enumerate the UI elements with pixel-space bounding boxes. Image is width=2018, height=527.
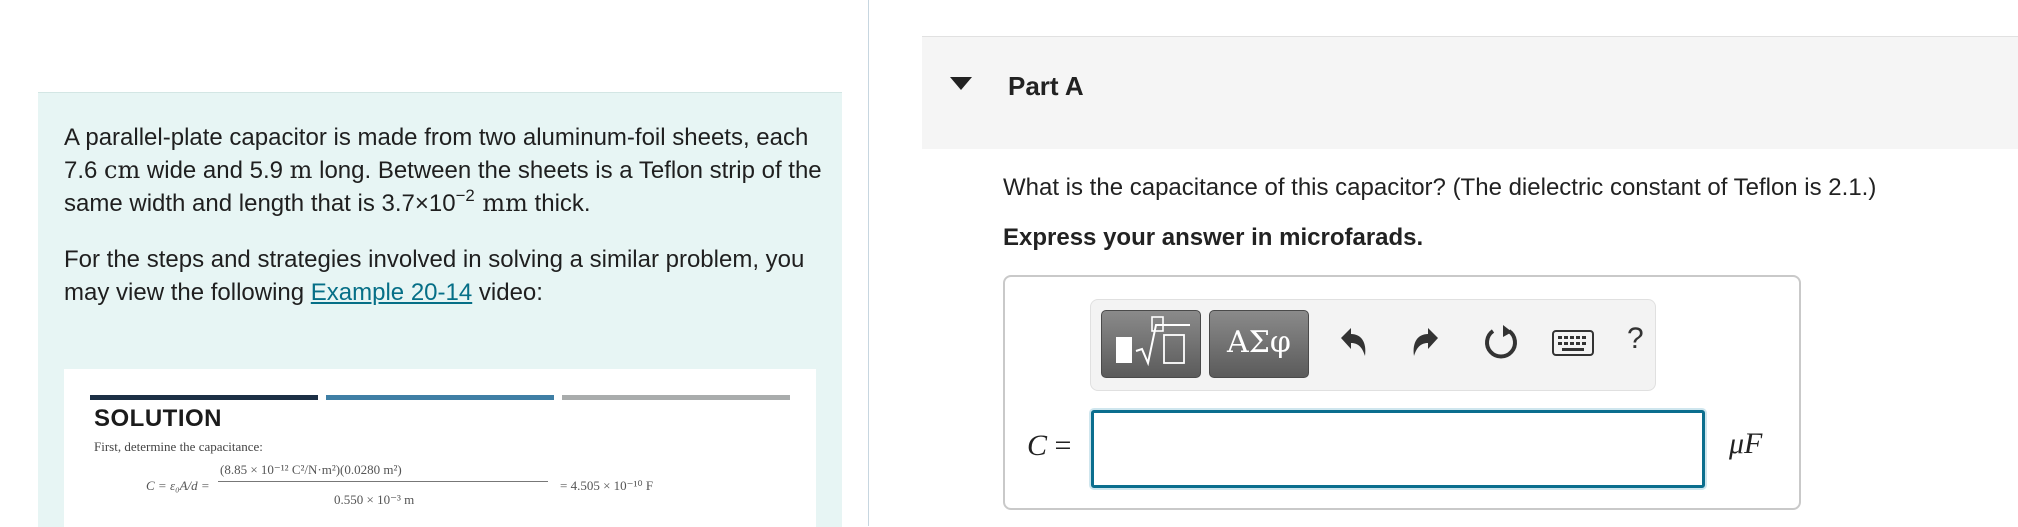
example-video-link[interactable]: Example 20-14 [311,279,472,306]
answer-variable-label: C = [1027,429,1071,463]
equation-denominator: 0.550 × 10⁻³ m [334,492,415,507]
question-text: What is the capacitance of this capacito… [1003,174,1877,201]
problem-text: A parallel-plate capacitor is made from … [64,121,824,332]
unit-label: μF [1729,427,1763,460]
problem-paragraph-2: For the steps and strategies involved in… [64,243,824,309]
equals-sign: = [1047,429,1072,462]
exponent: −2 [455,185,475,205]
solution-equation: C = ε₀A/d = (8.85 × 10⁻¹² C²/N·m²)(0.028… [94,461,694,511]
templates-icon [1116,316,1190,367]
unit-cm: cm [104,156,141,184]
problem-text-part: video: [472,279,543,306]
unit-m: m [289,156,313,184]
equation-lhs: C = ε₀A/d = [146,478,210,493]
equation-numerator: (8.85 × 10⁻¹² C²/N·m²)(0.0280 m²) [220,462,402,477]
templates-button[interactable] [1101,310,1201,378]
symbols-label: ΑΣφ [1227,325,1291,360]
solution-bar-gray [562,395,790,400]
column-divider [868,0,869,526]
problem-text-part: thick. [527,190,591,217]
solution-bar-dark [90,395,318,400]
answer-instruction: Express your answer in microfarads. [1003,224,1424,251]
collapse-chevron-icon[interactable] [950,77,972,90]
solution-first-line: First, determine the capacitance: [94,439,263,454]
solution-heading: SOLUTION [94,405,222,432]
answer-input[interactable] [1091,410,1705,488]
help-button[interactable]: ? [1627,322,1644,356]
problem-column: A parallel-plate capacitor is made from … [0,0,868,527]
unit-mm: mm [474,189,528,217]
solution-bars [90,395,790,400]
part-title: Part A [1008,71,1084,101]
math-toolbar: ΑΣφ ? [1090,299,1656,391]
part-header[interactable]: Part A [922,36,2018,149]
solution-bar-blue [326,395,554,400]
undo-icon[interactable] [1335,322,1371,362]
answer-box: ΑΣφ ? C = μF [1003,275,1801,510]
fraction-line [218,481,548,482]
problem-paragraph-1: A parallel-plate capacitor is made from … [64,121,824,220]
problem-text-part: wide and 5.9 [140,157,290,184]
redo-icon[interactable] [1408,322,1444,362]
problem-panel: A parallel-plate capacitor is made from … [38,92,842,527]
variable-c: C [1027,429,1048,462]
keyboard-icon[interactable] [1551,327,1595,359]
solution-video-preview[interactable]: SOLUTION First, determine the capacitanc… [64,369,816,527]
equation-result: = 4.505 × 10⁻¹⁰ F [560,478,654,493]
symbols-button[interactable]: ΑΣφ [1209,310,1309,378]
reset-icon[interactable] [1481,322,1521,364]
